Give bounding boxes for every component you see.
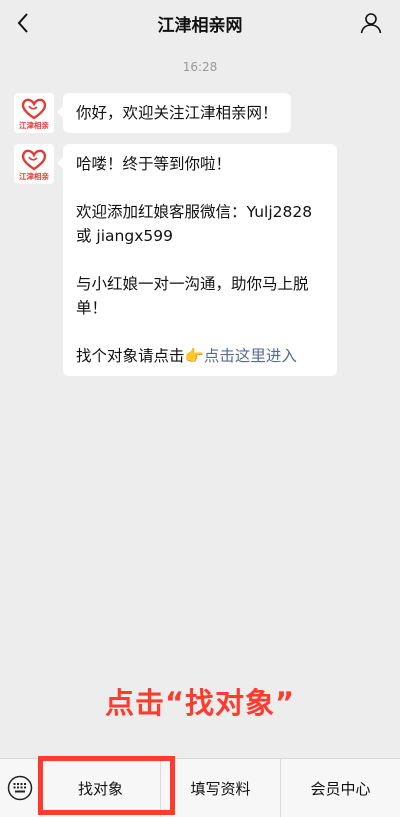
enter-link[interactable]: 点击这里进入 — [204, 347, 297, 365]
message-timestamp: 16:28 — [182, 60, 218, 74]
svg-text:江津相亲: 江津相亲 — [19, 171, 49, 181]
message-cta: 找个对象请点击👉点击这里进入 — [76, 344, 324, 368]
avatar[interactable]: 江津相亲 — [14, 144, 54, 184]
menu-item-find-partner[interactable]: 找对象 — [40, 758, 160, 817]
person-icon — [360, 13, 382, 34]
message-consult-text: 与小红娘一对一沟通，助你马上脱单！ — [76, 275, 309, 317]
message-bubble: 哈喽！终于等到你啦！ 欢迎添加红娘客服微信：Yulj2828或 jiangx59… — [57, 144, 337, 376]
cta-prefix: 找个对象请点击 — [76, 347, 185, 365]
keyboard-icon — [7, 775, 33, 801]
chat-message: 江津相亲 哈喽！终于等到你啦！ 欢迎添加红娘客服微信：Yulj2828或 jia… — [14, 144, 337, 376]
top-navigation-bar: 江津相亲网 — [0, 0, 400, 46]
back-button[interactable] — [8, 8, 38, 38]
brand-logo-icon: 江津相亲 — [19, 98, 49, 130]
brand-logo-icon: 江津相亲 — [19, 149, 49, 181]
svg-text:江津相亲: 江津相亲 — [19, 120, 49, 130]
bottom-menu-bar: 找对象 填写资料 会员中心 — [0, 758, 400, 817]
instruction-overlay: 点击“找对象” — [104, 686, 296, 720]
page-title: 江津相亲网 — [157, 15, 243, 36]
menu-item-fill-profile[interactable]: 填写资料 — [160, 758, 280, 817]
message-greeting: 哈喽！终于等到你啦！ — [76, 155, 232, 173]
message-bubble: 你好，欢迎关注江津相亲网！ — [57, 93, 291, 133]
menu-item-member-center[interactable]: 会员中心 — [280, 758, 400, 817]
message-wechat-info: 欢迎添加红娘客服微信：Yulj2828或 jiangx599 — [76, 203, 313, 245]
avatar[interactable]: 江津相亲 — [14, 93, 54, 133]
chevron-left-icon — [17, 13, 28, 33]
keyboard-toggle-button[interactable] — [0, 759, 40, 817]
message-text: 你好，欢迎关注江津相亲网！ — [76, 104, 278, 122]
pointing-hand-icon: 👉 — [184, 347, 204, 365]
profile-button[interactable] — [356, 8, 386, 38]
chat-message: 江津相亲 你好，欢迎关注江津相亲网！ — [14, 93, 291, 133]
